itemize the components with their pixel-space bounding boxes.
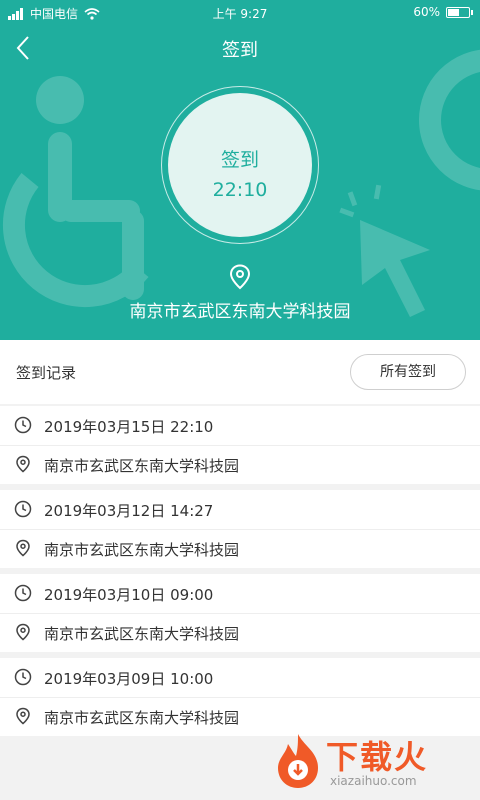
location-pin-icon xyxy=(14,707,32,725)
record-item[interactable]: 2019年03月15日 22:10 南京市玄武区东南大学科技园 xyxy=(0,406,480,484)
record-time-row: 2019年03月15日 22:10 xyxy=(0,406,480,446)
records-title: 签到记录 xyxy=(16,364,77,382)
record-datetime: 2019年03月09日 10:00 xyxy=(44,670,214,688)
page-title: 签到 xyxy=(222,40,258,61)
battery-percent: 60% xyxy=(413,5,440,19)
nav-bar: 签到 xyxy=(0,26,480,70)
battery-fill xyxy=(448,8,460,16)
status-time: 上午 9:27 xyxy=(212,7,268,21)
battery-icon xyxy=(446,6,473,18)
record-location-row: 南京市玄武区东南大学科技园 xyxy=(0,697,480,736)
record-item[interactable]: 2019年03月12日 14:27 南京市玄武区东南大学科技园 xyxy=(0,490,480,568)
record-datetime: 2019年03月10日 09:00 xyxy=(44,586,214,604)
record-time-row: 2019年03月12日 14:27 xyxy=(0,490,480,530)
status-bar: 中国电信 上午 9:27 60% xyxy=(0,0,480,26)
location-pin-icon xyxy=(14,539,32,557)
location-pin-icon xyxy=(14,623,32,641)
checkin-button[interactable]: 签到 22:10 xyxy=(168,93,312,237)
watermark: 下载火 xiazaihuo.com xyxy=(274,732,474,794)
record-location: 南京市玄武区东南大学科技园 xyxy=(44,709,240,727)
header-banner: 中国电信 上午 9:27 60% 签到 签到 22:10 南京市玄武区东南大学科… xyxy=(0,0,480,340)
record-time-row: 2019年03月10日 09:00 xyxy=(0,574,480,614)
record-item[interactable]: 2019年03月09日 10:00 南京市玄武区东南大学科技园 xyxy=(0,658,480,736)
clock-icon xyxy=(14,668,32,686)
checkin-label: 签到 xyxy=(220,149,259,171)
record-location-row: 南京市玄武区东南大学科技园 xyxy=(0,445,480,484)
wheelchair-decoration-icon xyxy=(2,76,149,308)
records-header: 签到记录 所有签到 xyxy=(0,340,480,404)
clock-icon xyxy=(14,416,32,434)
status-right: 60% xyxy=(413,5,473,19)
checkin-time: 22:10 xyxy=(212,179,268,201)
location-pin-icon xyxy=(229,264,251,290)
record-location: 南京市玄武区东南大学科技园 xyxy=(44,541,240,559)
record-datetime: 2019年03月12日 14:27 xyxy=(44,502,214,520)
record-item[interactable]: 2019年03月10日 09:00 南京市玄武区东南大学科技园 xyxy=(0,574,480,652)
record-location: 南京市玄武区东南大学科技园 xyxy=(44,625,240,643)
record-location-row: 南京市玄武区东南大学科技园 xyxy=(0,613,480,652)
clock-icon xyxy=(14,500,32,518)
watermark-brand: 下载火 xyxy=(326,738,429,776)
all-checkins-button[interactable]: 所有签到 xyxy=(350,354,466,390)
location-pin-icon xyxy=(14,455,32,473)
flame-logo-icon xyxy=(278,734,318,788)
record-datetime: 2019年03月15日 22:10 xyxy=(44,418,214,436)
record-location: 南京市玄武区东南大学科技园 xyxy=(44,457,240,475)
record-location-row: 南京市玄武区东南大学科技园 xyxy=(0,529,480,568)
record-time-row: 2019年03月09日 10:00 xyxy=(0,658,480,698)
current-location: 南京市玄武区东南大学科技园 xyxy=(129,302,351,322)
clock-icon xyxy=(14,584,32,602)
watermark-url: xiazaihuo.com xyxy=(330,774,417,788)
